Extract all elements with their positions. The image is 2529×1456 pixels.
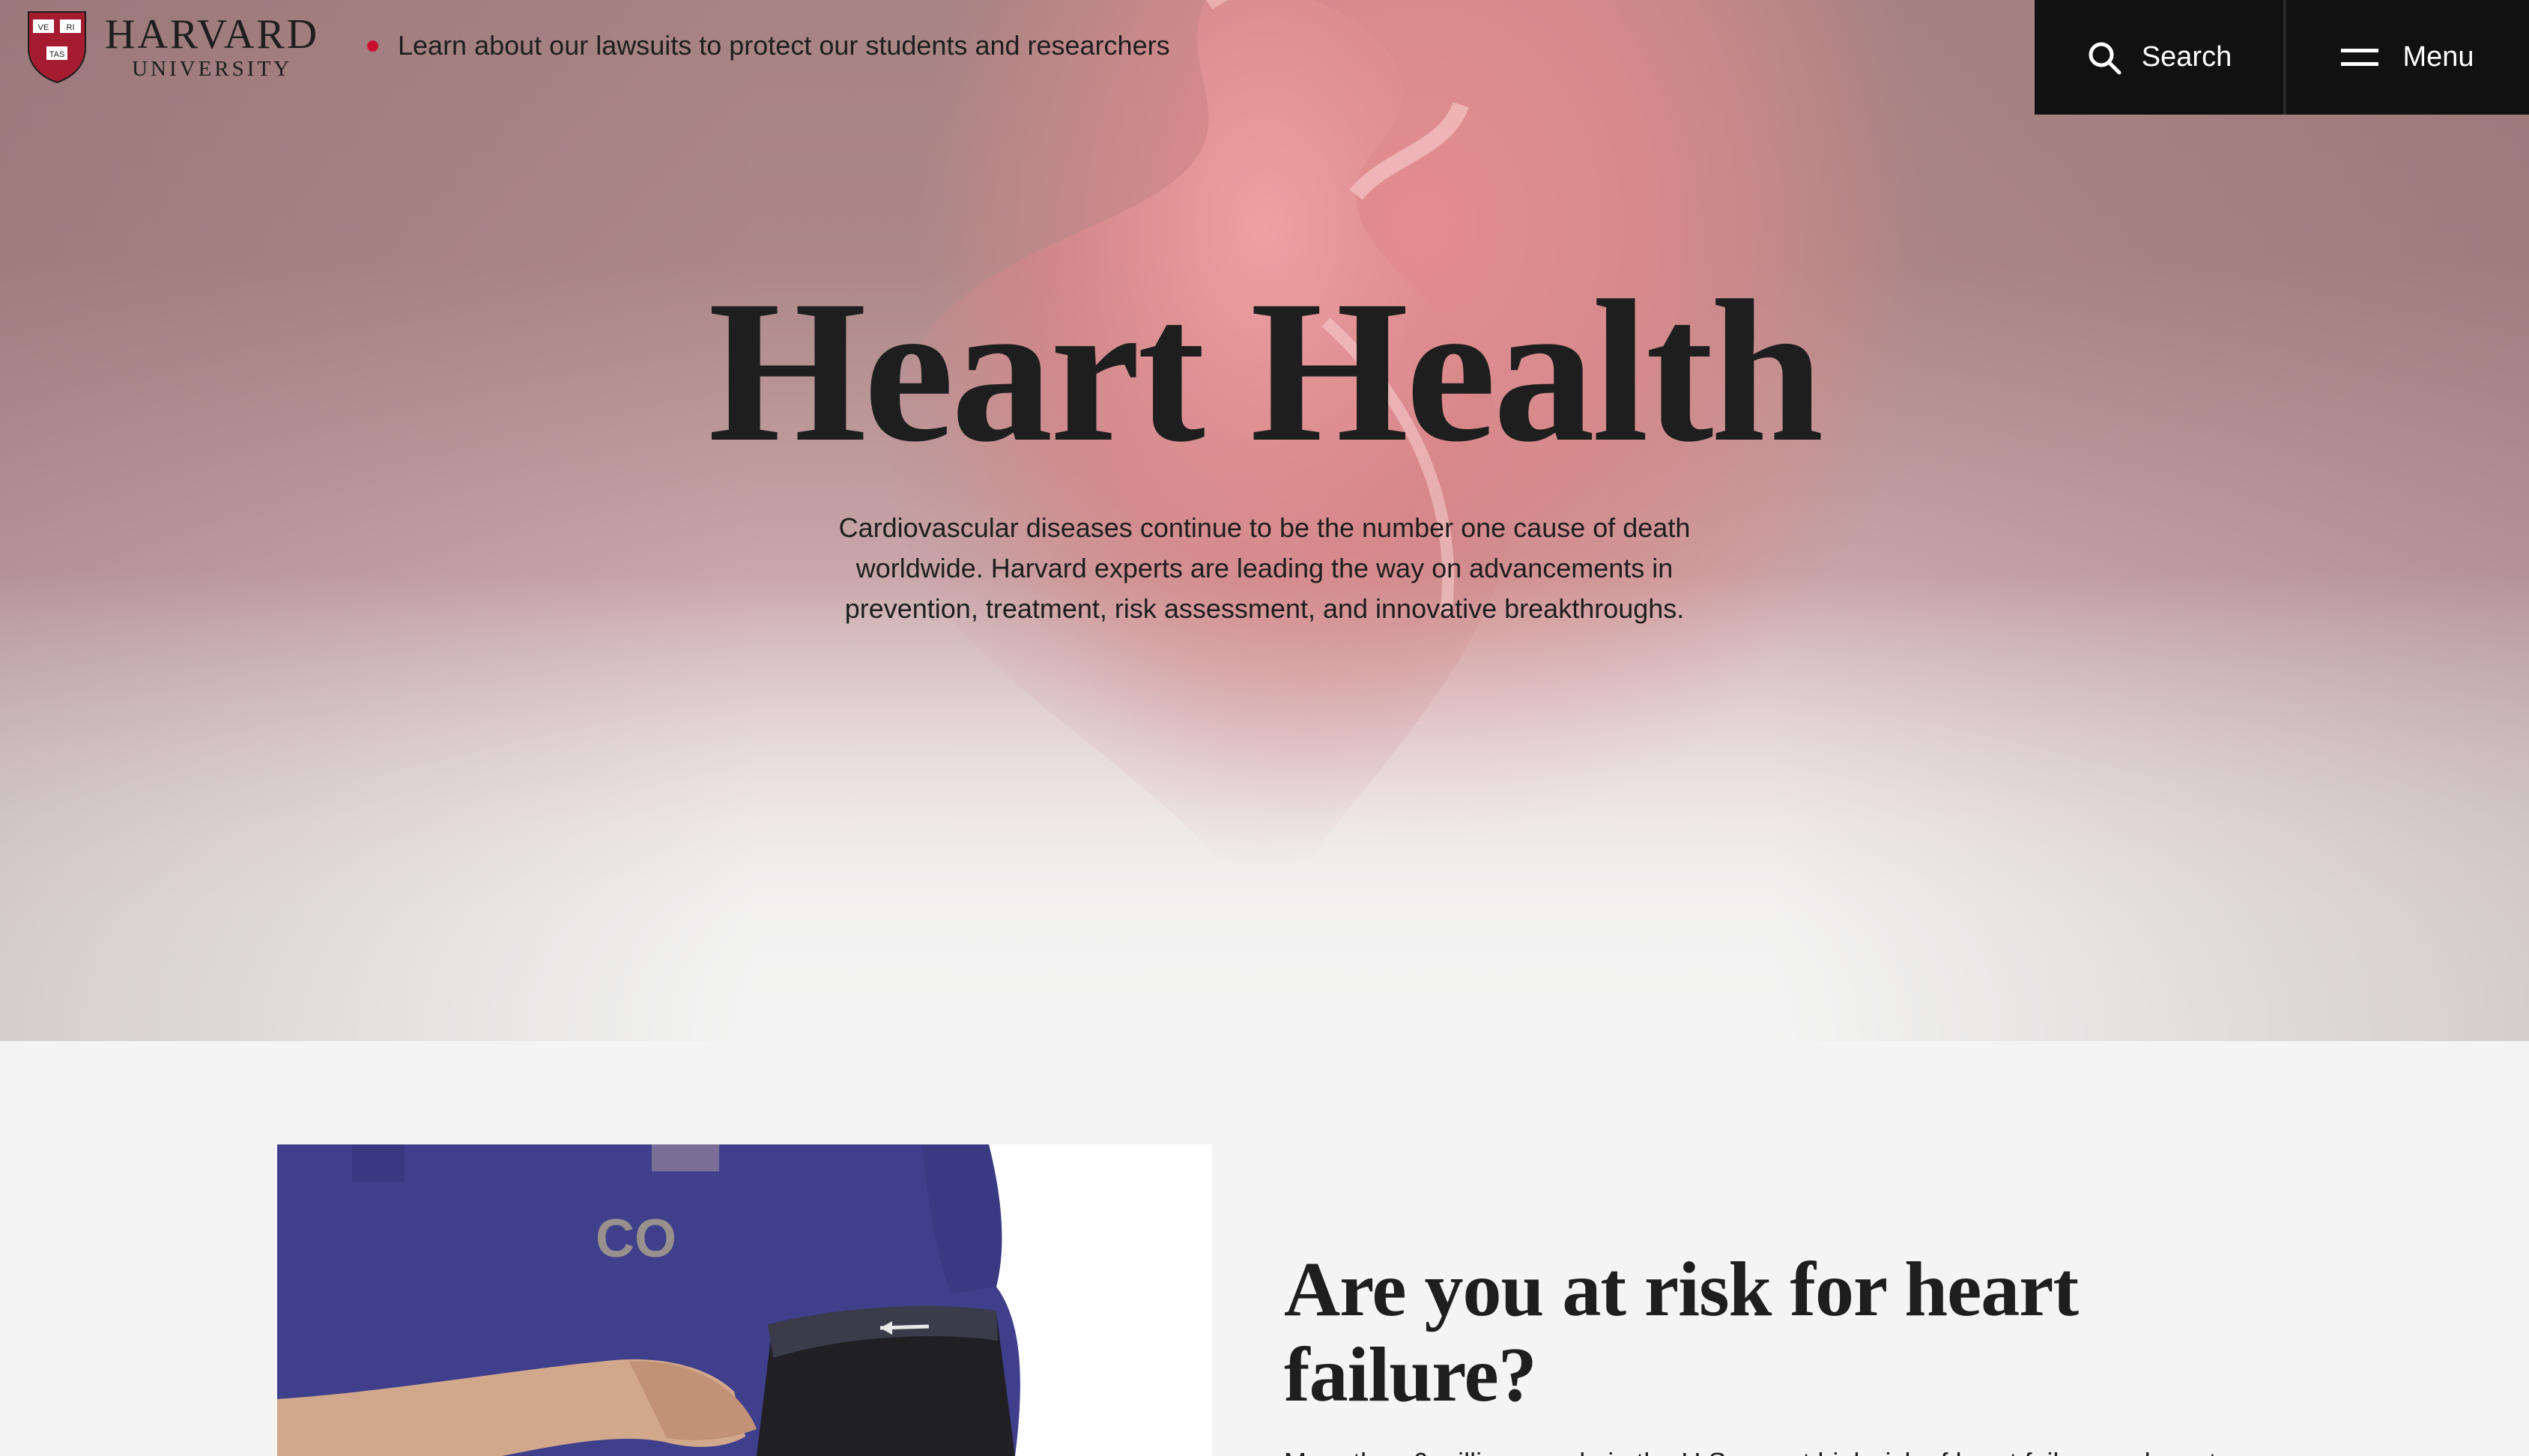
blood-pressure-photo[interactable]: CO [277,1144,1212,1456]
svg-text:VE: VE [38,23,49,32]
feature-title[interactable]: Are you at risk for heart failure? [1284,1247,2108,1418]
feature-text: More than 6 million people in the U.S. a… [1284,1443,2258,1456]
veritas-shield-icon: VE RI TAS [28,11,86,84]
hero-description: Cardiovascular diseases continue to be t… [838,512,1691,624]
logo-wordmark-bottom: UNIVERSITY [132,56,293,81]
logo-wordmark-top: HARVARD [105,10,320,58]
logo-wordmark: HARVARD UNIVERSITY [105,13,319,80]
alert-dot-icon [367,40,378,52]
menu-button[interactable]: Menu [2286,0,2529,115]
search-button[interactable]: Search [2035,0,2283,115]
search-label: Search [2141,41,2232,73]
harvard-logo[interactable]: VE RI TAS HARVARD UNIVERSITY [25,9,319,84]
svg-text:TAS: TAS [49,50,65,59]
page-title: Heart Health [708,258,1823,484]
svg-text:RI: RI [67,23,75,32]
announcement-text: Learn about our lawsuits to protect our … [398,30,1170,61]
search-icon [2089,42,2121,74]
menu-label: Menu [2402,41,2474,73]
announcement-link[interactable]: Learn about our lawsuits to protect our … [367,30,1170,61]
blood-pressure-cuff-image: CO [277,1144,1212,1456]
hamburger-menu-icon [2341,48,2379,66]
svg-text:CO: CO [596,1209,676,1269]
